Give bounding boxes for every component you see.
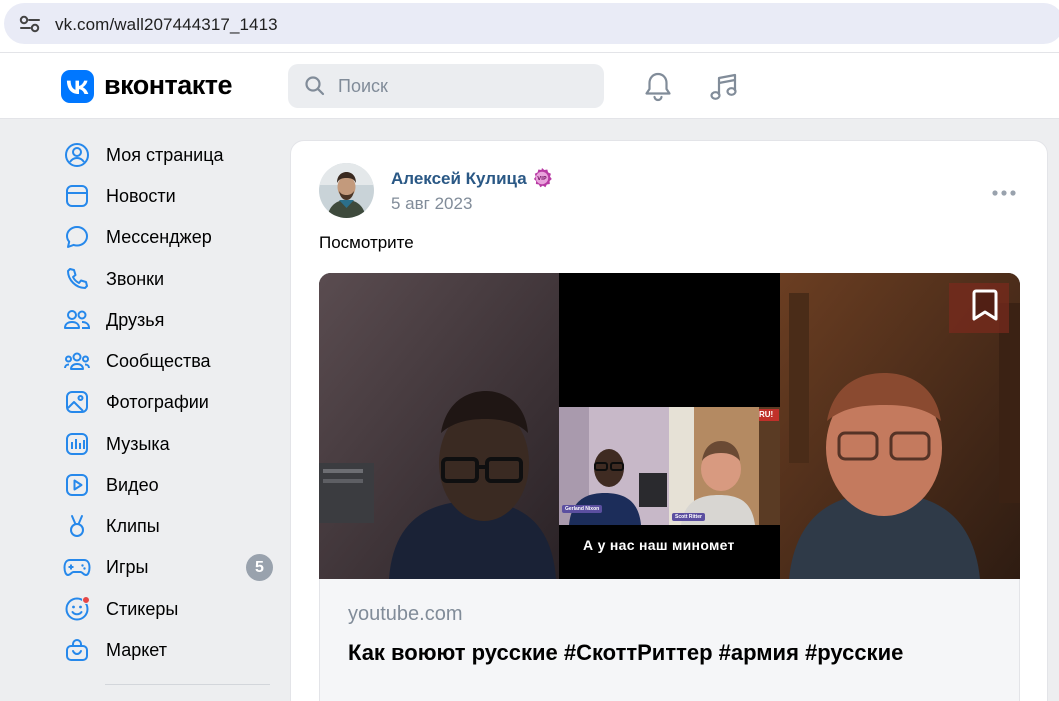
sidebar-item-photos[interactable]: Фотографии bbox=[60, 384, 280, 420]
more-dots-icon[interactable] bbox=[991, 185, 1017, 196]
music-note-icon[interactable] bbox=[708, 71, 740, 108]
vk-logo-text[interactable]: вконтакте bbox=[104, 70, 233, 101]
video-left-name-tag: Gerland Nixon bbox=[562, 505, 603, 513]
communities-icon bbox=[62, 346, 92, 376]
post-text: Посмотрите bbox=[319, 233, 414, 252]
sidebar-item-label: Сообщества bbox=[106, 350, 211, 371]
url-text[interactable]: vk.com/wall207444317_1413 bbox=[55, 15, 278, 35]
vk-logo-icon[interactable] bbox=[61, 70, 94, 103]
photo-icon bbox=[62, 387, 92, 417]
sidebar-item-label: Музыка bbox=[106, 433, 170, 454]
bell-icon[interactable] bbox=[643, 71, 673, 108]
phone-icon bbox=[62, 264, 92, 294]
sidebar-item-market[interactable]: Маркет bbox=[60, 632, 280, 668]
vip-badge-icon[interactable]: VIP bbox=[531, 167, 553, 196]
wall-post: Алексей Кулица VIP 5 авг 2023 Посмотрите bbox=[290, 140, 1048, 701]
sidebar-item-label: Видео bbox=[106, 474, 159, 495]
sticker-icon bbox=[62, 594, 92, 624]
link-title[interactable]: Как воюют русские #СкоттРиттер #армия #р… bbox=[348, 640, 903, 666]
tune-icon[interactable] bbox=[18, 14, 42, 34]
sidebar-item-communities[interactable]: Сообщества bbox=[60, 343, 280, 379]
sidebar-item-label: Маркет bbox=[106, 639, 167, 660]
link-snippet[interactable]: youtube.com Как воюют русские #СкоттРитт… bbox=[319, 579, 1020, 701]
sidebar-item-label: Друзья bbox=[106, 309, 165, 330]
sidebar-item-label: Новости bbox=[106, 185, 176, 206]
new-stickers-dot bbox=[82, 596, 90, 604]
clips-icon bbox=[62, 511, 92, 541]
bookmark-icon[interactable] bbox=[965, 285, 1005, 330]
sidebar-item-messenger[interactable]: Мессенджер bbox=[60, 219, 280, 255]
sidebar-item-label: Клипы bbox=[106, 515, 160, 536]
post-date[interactable]: 5 авг 2023 bbox=[391, 194, 472, 214]
video-preview[interactable]: Gerland Nixon Scott Ritter RU! А у нас н… bbox=[319, 273, 1020, 579]
browser-address-bar: vk.com/wall207444317_1413 bbox=[0, 0, 1059, 52]
search-box[interactable] bbox=[288, 64, 604, 108]
sidebar-item-label: Мессенджер bbox=[106, 226, 212, 247]
user-circle-icon bbox=[62, 140, 92, 170]
sidebar-item-label: Игры bbox=[106, 556, 149, 577]
vk-header: вконтакте bbox=[0, 52, 1059, 119]
sidebar-item-label: Фотографии bbox=[106, 391, 209, 412]
video-icon bbox=[62, 470, 92, 500]
sidebar-item-games[interactable]: Игры 5 bbox=[60, 549, 280, 585]
video-thumbnail bbox=[319, 273, 1020, 579]
sidebar-item-calls[interactable]: Звонки bbox=[60, 261, 280, 297]
video-right-name-tag: Scott Ritter bbox=[672, 513, 705, 521]
video-subtitle-caption: А у нас наш миномет bbox=[583, 537, 735, 553]
sidebar-item-friends[interactable]: Друзья bbox=[60, 302, 280, 338]
sidebar-item-video[interactable]: Видео bbox=[60, 467, 280, 503]
games-count-badge: 5 bbox=[246, 554, 273, 581]
link-domain: youtube.com bbox=[348, 603, 463, 625]
author-avatar[interactable] bbox=[319, 163, 374, 218]
market-bag-icon bbox=[62, 635, 92, 665]
sidebar-item-music[interactable]: Музыка bbox=[60, 426, 280, 462]
search-input[interactable] bbox=[338, 75, 588, 97]
news-feed-icon bbox=[62, 181, 92, 211]
sidebar-item-clips[interactable]: Клипы bbox=[60, 508, 280, 544]
video-corner-mark: RU! bbox=[759, 410, 774, 419]
sidebar-item-label: Моя страница bbox=[106, 144, 224, 165]
left-sidebar: Моя страница Новости Мессенджер Звонки Д… bbox=[0, 120, 290, 701]
vip-badge-text: VIP bbox=[537, 176, 547, 182]
message-bubble-icon bbox=[62, 222, 92, 252]
url-field[interactable]: vk.com/wall207444317_1413 bbox=[4, 3, 1059, 44]
sidebar-item-news[interactable]: Новости bbox=[60, 178, 280, 214]
sidebar-item-label: Звонки bbox=[106, 268, 165, 289]
post-author-name[interactable]: Алексей Кулица bbox=[391, 169, 527, 189]
sidebar-item-label: Стикеры bbox=[106, 598, 179, 619]
friends-icon bbox=[62, 305, 92, 335]
sidebar-divider bbox=[105, 684, 270, 685]
gamepad-icon bbox=[62, 552, 92, 582]
sidebar-item-my-page[interactable]: Моя страница bbox=[60, 137, 280, 173]
search-icon bbox=[305, 76, 325, 96]
sidebar-item-stickers[interactable]: Стикеры bbox=[60, 591, 280, 627]
music-icon bbox=[62, 429, 92, 459]
